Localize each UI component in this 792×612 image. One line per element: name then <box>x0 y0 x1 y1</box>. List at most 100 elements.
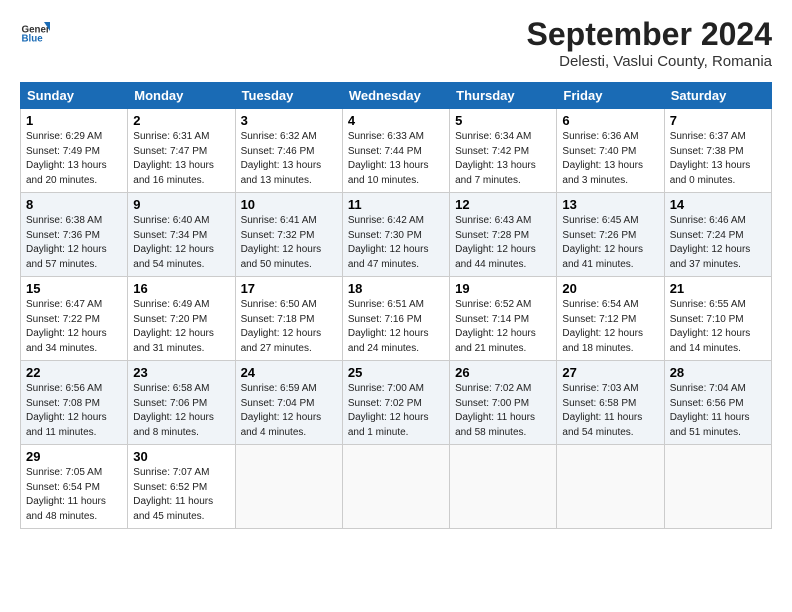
calendar-cell: 13 Sunrise: 6:45 AMSunset: 7:26 PMDayligh… <box>557 193 664 277</box>
day-number: 1 <box>26 113 122 128</box>
calendar-cell: 17 Sunrise: 6:50 AMSunset: 7:18 PMDayligh… <box>235 277 342 361</box>
location-subtitle: Delesti, Vaslui County, Romania <box>527 53 772 70</box>
calendar-cell: 19Sunrise: 6:52 AMSunset: 7:14 PMDayligh… <box>450 277 557 361</box>
calendar-week-row: 8 Sunrise: 6:38 AMSunset: 7:36 PMDaylight… <box>21 193 772 277</box>
day-number: 15 <box>26 281 122 296</box>
day-info: Sunrise: 6:32 AMSunset: 7:46 PMDaylight:… <box>241 130 337 188</box>
day-info: Sunrise: 6:56 AMSunset: 7:08 PMDaylight:… <box>26 382 122 440</box>
day-info: Sunrise: 6:59 AMSunset: 7:04 PMDaylight:… <box>241 382 337 440</box>
calendar-cell: 27 Sunrise: 7:03 AMSunset: 6:58 PMDayligh… <box>557 361 664 445</box>
day-info: Sunrise: 6:45 AMSunset: 7:26 PMDaylight:… <box>562 214 658 272</box>
calendar-cell: 30Sunrise: 7:07 AMSunset: 6:52 PMDayligh… <box>128 445 235 529</box>
day-number: 6 <box>562 113 658 128</box>
calendar-cell: 25 Sunrise: 7:00 AMSunset: 7:02 PMDayligh… <box>342 361 449 445</box>
day-info: Sunrise: 6:31 AMSunset: 7:47 PMDaylight:… <box>133 130 229 188</box>
day-number: 12 <box>455 197 551 212</box>
day-info: Sunrise: 6:42 AMSunset: 7:30 PMDaylight:… <box>348 214 444 272</box>
calendar-cell: 26Sunrise: 7:02 AMSunset: 7:00 PMDayligh… <box>450 361 557 445</box>
day-number: 17 <box>241 281 337 296</box>
calendar-header-row: SundayMondayTuesdayWednesdayThursdayFrid… <box>21 83 772 109</box>
day-number: 4 <box>348 113 444 128</box>
day-number: 14 <box>670 197 766 212</box>
day-info: Sunrise: 6:55 AMSunset: 7:10 PMDaylight:… <box>670 298 766 356</box>
day-info: Sunrise: 6:46 AMSunset: 7:24 PMDaylight:… <box>670 214 766 272</box>
calendar-cell: 24 Sunrise: 6:59 AMSunset: 7:04 PMDayligh… <box>235 361 342 445</box>
calendar-table: SundayMondayTuesdayWednesdayThursdayFrid… <box>20 82 772 529</box>
day-number: 8 <box>26 197 122 212</box>
calendar-cell: 9 Sunrise: 6:40 AMSunset: 7:34 PMDaylight… <box>128 193 235 277</box>
day-number: 3 <box>241 113 337 128</box>
calendar-header-friday: Friday <box>557 83 664 109</box>
calendar-week-row: 22Sunrise: 6:56 AMSunset: 7:08 PMDayligh… <box>21 361 772 445</box>
calendar-cell: 7 Sunrise: 6:37 AMSunset: 7:38 PMDaylight… <box>664 109 771 193</box>
day-number: 20 <box>562 281 658 296</box>
calendar-cell <box>450 445 557 529</box>
calendar-cell: 23 Sunrise: 6:58 AMSunset: 7:06 PMDayligh… <box>128 361 235 445</box>
day-info: Sunrise: 6:43 AMSunset: 7:28 PMDaylight:… <box>455 214 551 272</box>
calendar-cell <box>557 445 664 529</box>
calendar-cell: 6 Sunrise: 6:36 AMSunset: 7:40 PMDaylight… <box>557 109 664 193</box>
day-number: 24 <box>241 365 337 380</box>
calendar-cell: 8 Sunrise: 6:38 AMSunset: 7:36 PMDaylight… <box>21 193 128 277</box>
day-info: Sunrise: 6:58 AMSunset: 7:06 PMDaylight:… <box>133 382 229 440</box>
day-info: Sunrise: 6:49 AMSunset: 7:20 PMDaylight:… <box>133 298 229 356</box>
calendar-cell: 2 Sunrise: 6:31 AMSunset: 7:47 PMDaylight… <box>128 109 235 193</box>
calendar-cell: 20 Sunrise: 6:54 AMSunset: 7:12 PMDayligh… <box>557 277 664 361</box>
calendar-cell: 15 Sunrise: 6:47 AMSunset: 7:22 PMDayligh… <box>21 277 128 361</box>
day-info: Sunrise: 6:36 AMSunset: 7:40 PMDaylight:… <box>562 130 658 188</box>
logo: General Blue <box>20 16 50 46</box>
calendar-cell: 29Sunrise: 7:05 AMSunset: 6:54 PMDayligh… <box>21 445 128 529</box>
day-info: Sunrise: 6:33 AMSunset: 7:44 PMDaylight:… <box>348 130 444 188</box>
calendar-cell <box>342 445 449 529</box>
day-info: Sunrise: 6:34 AMSunset: 7:42 PMDaylight:… <box>455 130 551 188</box>
day-info: Sunrise: 7:03 AMSunset: 6:58 PMDaylight:… <box>562 382 658 440</box>
day-number: 2 <box>133 113 229 128</box>
day-info: Sunrise: 6:41 AMSunset: 7:32 PMDaylight:… <box>241 214 337 272</box>
day-info: Sunrise: 7:04 AMSunset: 6:56 PMDaylight:… <box>670 382 766 440</box>
logo-icon: General Blue <box>20 16 50 46</box>
calendar-cell <box>664 445 771 529</box>
day-info: Sunrise: 6:51 AMSunset: 7:16 PMDaylight:… <box>348 298 444 356</box>
day-number: 11 <box>348 197 444 212</box>
day-info: Sunrise: 6:29 AMSunset: 7:49 PMDaylight:… <box>26 130 122 188</box>
calendar-cell: 28 Sunrise: 7:04 AMSunset: 6:56 PMDayligh… <box>664 361 771 445</box>
day-number: 19 <box>455 281 551 296</box>
calendar-header-tuesday: Tuesday <box>235 83 342 109</box>
day-info: Sunrise: 7:00 AMSunset: 7:02 PMDaylight:… <box>348 382 444 440</box>
calendar-page: General Blue September 2024 Delesti, Vas… <box>0 0 792 612</box>
day-number: 25 <box>348 365 444 380</box>
svg-text:Blue: Blue <box>22 34 44 45</box>
title-area: September 2024 Delesti, Vaslui County, R… <box>527 16 772 70</box>
day-number: 28 <box>670 365 766 380</box>
day-info: Sunrise: 6:40 AMSunset: 7:34 PMDaylight:… <box>133 214 229 272</box>
calendar-cell: 3 Sunrise: 6:32 AMSunset: 7:46 PMDaylight… <box>235 109 342 193</box>
day-number: 7 <box>670 113 766 128</box>
day-number: 18 <box>348 281 444 296</box>
day-number: 16 <box>133 281 229 296</box>
calendar-cell <box>235 445 342 529</box>
calendar-cell: 12 Sunrise: 6:43 AMSunset: 7:28 PMDayligh… <box>450 193 557 277</box>
calendar-week-row: 29Sunrise: 7:05 AMSunset: 6:54 PMDayligh… <box>21 445 772 529</box>
day-info: Sunrise: 6:37 AMSunset: 7:38 PMDaylight:… <box>670 130 766 188</box>
day-number: 5 <box>455 113 551 128</box>
calendar-cell: 4 Sunrise: 6:33 AMSunset: 7:44 PMDaylight… <box>342 109 449 193</box>
day-info: Sunrise: 7:07 AMSunset: 6:52 PMDaylight:… <box>133 466 229 524</box>
day-number: 27 <box>562 365 658 380</box>
month-title: September 2024 <box>527 16 772 53</box>
day-info: Sunrise: 6:54 AMSunset: 7:12 PMDaylight:… <box>562 298 658 356</box>
calendar-cell: 16 Sunrise: 6:49 AMSunset: 7:20 PMDayligh… <box>128 277 235 361</box>
calendar-cell: 18 Sunrise: 6:51 AMSunset: 7:16 PMDayligh… <box>342 277 449 361</box>
day-number: 26 <box>455 365 551 380</box>
day-number: 21 <box>670 281 766 296</box>
calendar-header-wednesday: Wednesday <box>342 83 449 109</box>
day-info: Sunrise: 6:50 AMSunset: 7:18 PMDaylight:… <box>241 298 337 356</box>
calendar-header-sunday: Sunday <box>21 83 128 109</box>
day-info: Sunrise: 6:38 AMSunset: 7:36 PMDaylight:… <box>26 214 122 272</box>
day-number: 9 <box>133 197 229 212</box>
day-info: Sunrise: 6:47 AMSunset: 7:22 PMDaylight:… <box>26 298 122 356</box>
day-number: 13 <box>562 197 658 212</box>
day-number: 29 <box>26 449 122 464</box>
calendar-cell: 1 Sunrise: 6:29 AMSunset: 7:49 PMDaylight… <box>21 109 128 193</box>
day-number: 23 <box>133 365 229 380</box>
calendar-header-saturday: Saturday <box>664 83 771 109</box>
